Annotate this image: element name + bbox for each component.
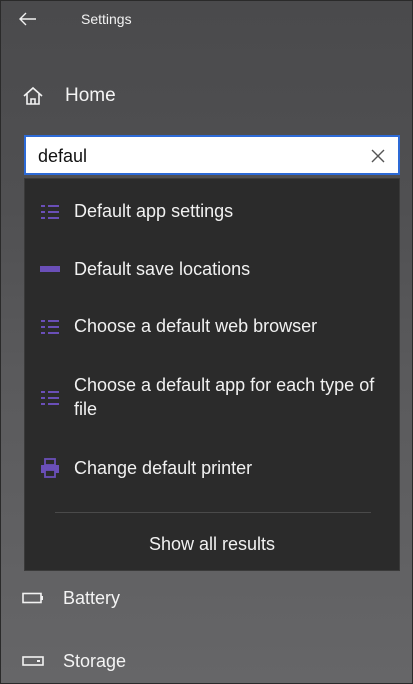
- list-icon: [39, 387, 61, 409]
- list-icon: [39, 316, 61, 338]
- suggestion-label: Default app settings: [74, 201, 234, 221]
- divider: [55, 512, 371, 513]
- suggestion-default-app-settings[interactable]: Default app settings: [25, 199, 399, 235]
- title-bar: Settings: [0, 0, 413, 40]
- search-box[interactable]: [24, 135, 400, 175]
- search-suggestions: Default app settings Default save locati…: [24, 178, 400, 571]
- nav-home[interactable]: Home: [18, 79, 378, 113]
- list-icon: [39, 201, 61, 223]
- close-icon: [371, 149, 385, 163]
- battery-icon: [18, 586, 48, 610]
- suggestion-change-default-printer[interactable]: Change default printer: [25, 456, 399, 492]
- nav-label: Storage: [63, 650, 127, 671]
- app-title: Settings: [81, 11, 132, 27]
- storage-icon: [18, 649, 48, 673]
- back-button[interactable]: [14, 7, 42, 31]
- printer-icon: [39, 457, 61, 479]
- show-all-results-button[interactable]: Show all results: [25, 529, 399, 559]
- nav-battery[interactable]: Battery: [18, 583, 378, 613]
- suggestion-default-app-per-file-type[interactable]: Choose a default app for each type of fi…: [25, 373, 399, 429]
- back-arrow-icon: [19, 12, 36, 26]
- suggestion-default-save-locations[interactable]: Default save locations: [25, 257, 399, 293]
- drive-icon: [39, 258, 61, 280]
- nav-label: Battery: [63, 587, 121, 608]
- home-icon: [18, 81, 48, 111]
- clear-search-button[interactable]: [368, 146, 388, 166]
- suggestion-label: Change default printer: [74, 458, 253, 478]
- nav-storage[interactable]: Storage: [18, 646, 378, 676]
- suggestion-label: Choose a default app for each type of fi…: [74, 375, 375, 419]
- home-label: Home: [65, 85, 116, 106]
- suggestion-label: Choose a default web browser: [74, 316, 318, 336]
- suggestion-label: Default save locations: [74, 259, 251, 279]
- suggestion-default-web-browser[interactable]: Choose a default web browser: [25, 314, 399, 350]
- search-input[interactable]: [38, 144, 358, 168]
